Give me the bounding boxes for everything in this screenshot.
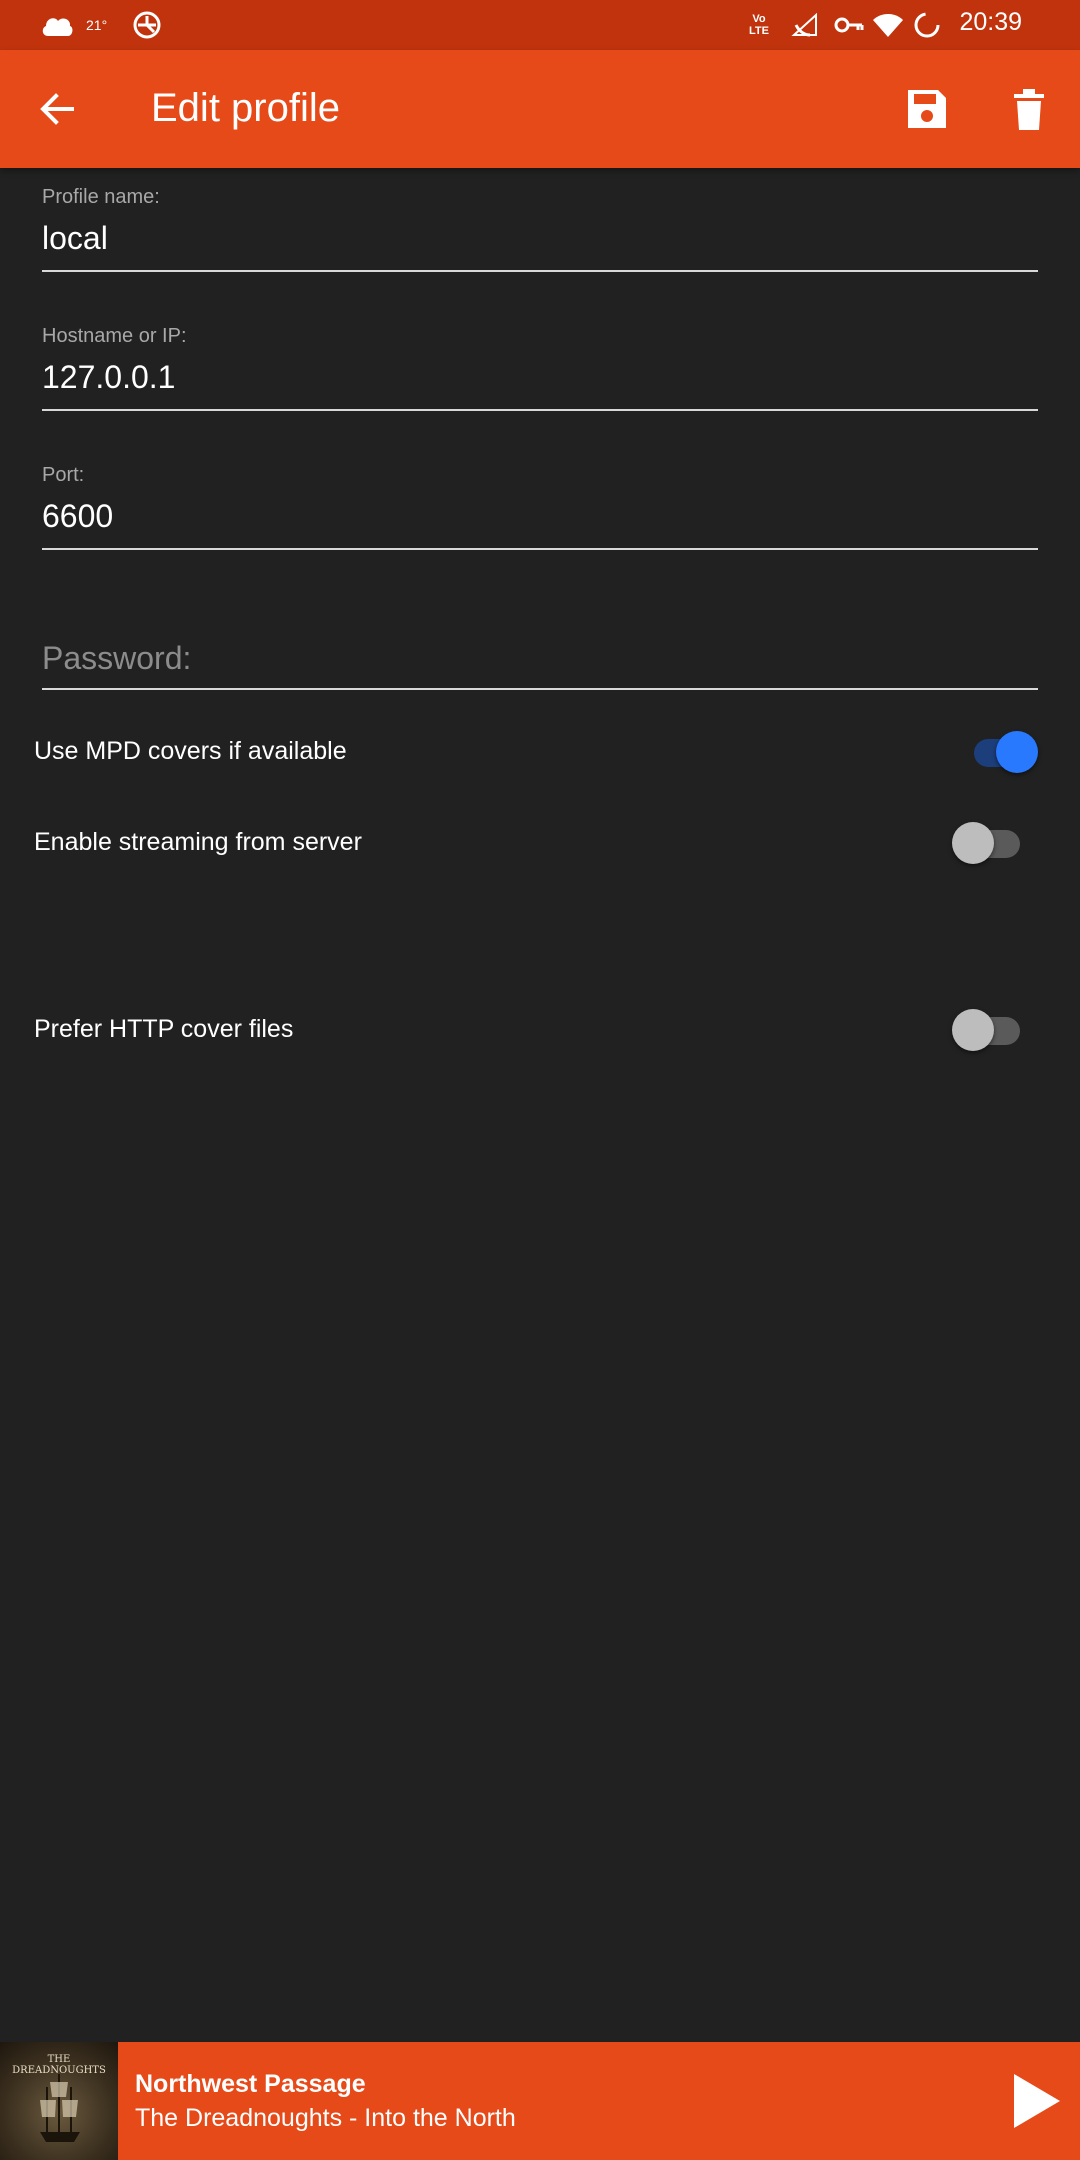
toggle-row-mpd-covers[interactable]: Use MPD covers if available [0,713,1080,793]
switch-thumb [952,1009,994,1051]
http-covers-switch[interactable] [952,1001,1032,1061]
streaming-switch[interactable] [952,814,1032,874]
toggle-label: Use MPD covers if available [34,737,347,765]
hostname-input[interactable] [42,359,1038,396]
track-artist-album: The Dreadnoughts - Into the North [135,2104,516,2132]
profile-name-label: Profile name: [42,186,160,208]
switch-thumb [952,822,994,864]
status-bar: 21° Vo LTE 20:39 [0,0,1080,50]
delete-icon[interactable] [1010,86,1048,132]
field-underline [42,409,1038,411]
temperature-icon: 21° [86,17,108,33]
field-underline [42,548,1038,550]
password-input[interactable] [42,640,1038,677]
wifi-calling-icon [790,10,820,40]
field-underline [42,270,1038,272]
status-time: 20:39 [959,8,1022,36]
volte-icon: Vo LTE [749,13,769,37]
toggle-label: Prefer HTTP cover files [34,1015,294,1043]
toggle-label: Enable streaming from server [34,828,362,856]
battery-icon [912,10,942,40]
mpd-covers-switch[interactable] [960,723,1040,783]
album-cover: THE DREADNOUGHTS [0,2042,118,2160]
port-input[interactable] [42,498,1038,535]
field-underline [42,688,1038,690]
port-label: Port: [42,464,85,486]
app-bar: Edit profile [0,50,1080,168]
profile-name-input[interactable] [42,220,1038,257]
wifi-icon [872,10,904,40]
password-field [42,640,1038,690]
arrow-back-icon[interactable] [34,85,82,133]
hostname-label: Hostname or IP: [42,325,187,347]
page-title: Edit profile [151,86,340,130]
port-field: Port: [42,464,1038,554]
profile-name-field: Profile name: [42,186,1038,276]
hostname-field: Hostname or IP: [42,325,1038,415]
sync-icon [132,10,162,40]
toggle-row-http-covers[interactable]: Prefer HTTP cover files [0,991,1080,1071]
save-icon[interactable] [904,86,950,132]
switch-thumb [996,731,1038,773]
track-title: Northwest Passage [135,2070,366,2098]
now-playing-bar[interactable]: THE DREADNOUGHTS Northwest Passage The D… [0,2042,1080,2160]
vpn-key-icon [834,10,864,40]
play-icon[interactable] [1006,2070,1066,2132]
cloud-icon [40,10,74,40]
toggle-row-streaming[interactable]: Enable streaming from server [0,804,1080,884]
